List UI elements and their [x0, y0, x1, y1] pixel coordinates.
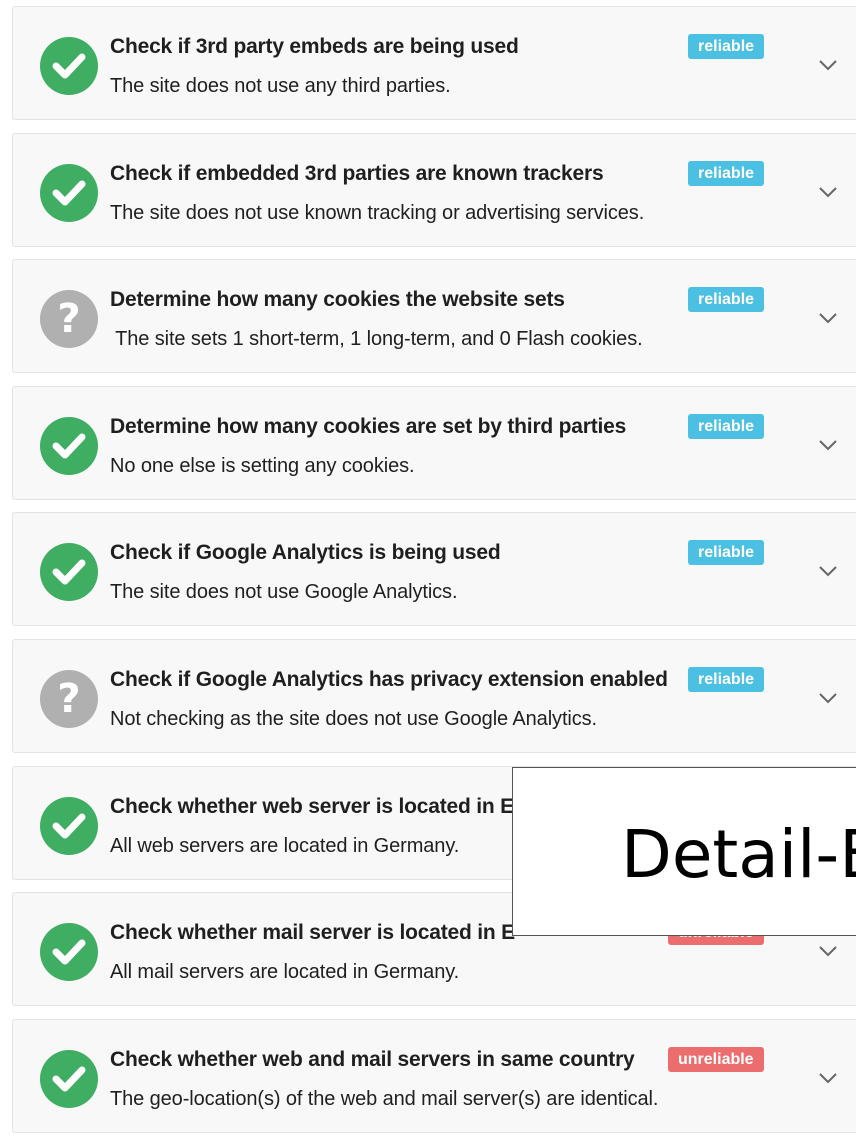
reliability-badge: reliable	[688, 287, 765, 313]
reliability-badge: unreliable	[668, 1046, 764, 1072]
chevron-down-icon[interactable]	[818, 692, 838, 704]
check-card[interactable]: Determine how many cookies are set by th…	[12, 385, 856, 500]
check-title: Check if embedded 3rd parties are known …	[110, 161, 604, 185]
chevron-down-icon[interactable]	[818, 59, 838, 71]
detail-callout-text: Detail-E	[621, 816, 856, 893]
check-card[interactable]: Check if 3rd party embeds are being used…	[12, 6, 856, 120]
checks-list: Check if 3rd party embeds are being used…	[12, 6, 856, 1145]
check-title: Check whether mail server is located in …	[110, 921, 515, 945]
chevron-down-icon[interactable]	[818, 439, 838, 451]
check-mark-icon	[40, 1049, 98, 1108]
check-title: Check if Google Analytics is being used	[110, 541, 501, 565]
reliability-badge: reliable	[688, 413, 765, 439]
check-description: All mail servers are located in Germany.	[110, 961, 460, 984]
check-mark-icon	[40, 37, 98, 95]
detail-callout-box: Detail-E	[512, 767, 856, 936]
check-title: Check whether web server is located in E	[110, 794, 514, 818]
question-mark-icon: ?	[40, 290, 98, 349]
check-mark-icon	[40, 923, 98, 982]
check-title: Check if 3rd party embeds are being used	[110, 35, 519, 58]
reliability-badge: reliable	[688, 540, 765, 566]
check-mark-icon	[40, 163, 98, 222]
chevron-down-icon[interactable]	[818, 565, 838, 577]
check-description: Not checking as the site does not use Go…	[110, 707, 598, 730]
question-mark-icon: ?	[40, 669, 98, 728]
check-title: Check whether web and mail servers in sa…	[110, 1047, 635, 1071]
check-card[interactable]: ? Determine how many cookies the website…	[12, 259, 856, 374]
check-mark-icon	[40, 543, 98, 602]
check-description: All web servers are located in Germany.	[110, 834, 460, 857]
chevron-down-icon[interactable]	[818, 945, 838, 957]
chevron-down-icon[interactable]	[818, 186, 838, 198]
reliability-badge: reliable	[688, 160, 765, 186]
check-description: The site does not use any third parties.	[110, 75, 451, 97]
reliability-badge: reliable	[688, 34, 765, 59]
check-title: Check if Google Analytics has privacy ex…	[110, 667, 668, 691]
check-description: The site does not use known tracking or …	[110, 201, 645, 224]
chevron-down-icon[interactable]	[818, 1072, 838, 1084]
check-card[interactable]: Check if embedded 3rd parties are known …	[12, 132, 856, 247]
check-description: No one else is setting any cookies.	[110, 454, 415, 477]
check-mark-icon	[40, 416, 98, 475]
check-description: The site does not use Google Analytics.	[110, 581, 458, 604]
check-title: Determine how many cookies are set by th…	[110, 414, 627, 438]
check-title: Determine how many cookies the website s…	[110, 288, 565, 312]
chevron-down-icon[interactable]	[818, 312, 838, 324]
check-description: The geo-location(s) of the web and mail …	[110, 1087, 659, 1110]
check-card[interactable]: ? Check if Google Analytics has privacy …	[12, 638, 856, 753]
reliability-badge: reliable	[688, 666, 765, 692]
check-mark-icon	[40, 796, 98, 855]
check-card[interactable]: Check whether web and mail servers in sa…	[12, 1018, 856, 1133]
check-card[interactable]: Check if Google Analytics is being used …	[12, 512, 856, 627]
check-description: The site sets 1 short-term, 1 long-term,…	[110, 328, 643, 351]
